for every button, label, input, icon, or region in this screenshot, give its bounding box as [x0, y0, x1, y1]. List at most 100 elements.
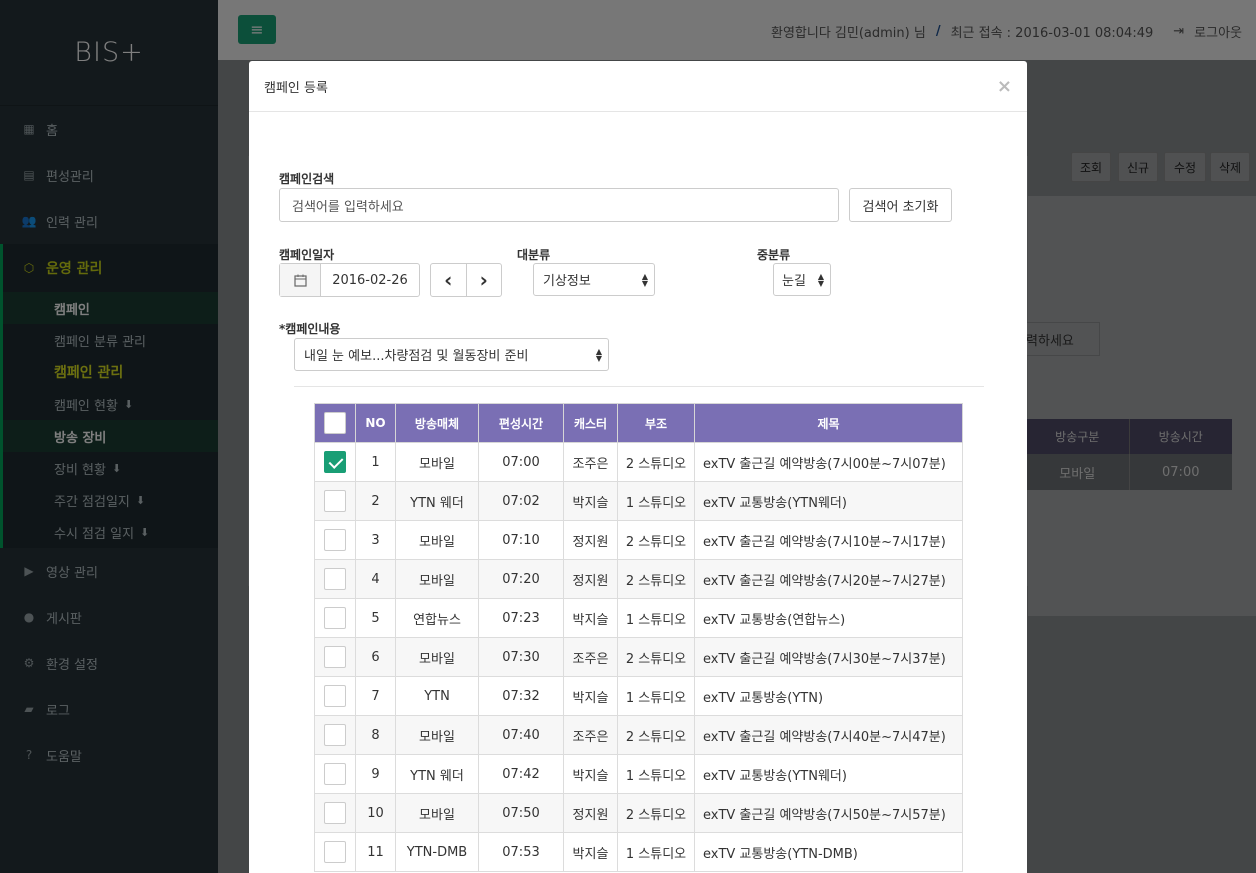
cell-caster: 박지슬	[563, 598, 618, 638]
cell-no: 7	[355, 676, 396, 716]
cell-media: 모바일	[395, 715, 479, 755]
cell-time: 07:40	[478, 715, 564, 755]
cell-media: YTN-DMB	[395, 832, 479, 872]
cell-media: 모바일	[395, 442, 479, 482]
modal-header: 캠페인 등록 ×	[249, 61, 1027, 112]
campaign-date-label: 캠페인일자	[279, 248, 335, 262]
row-checkbox[interactable]	[324, 724, 346, 746]
table-row[interactable]: 4 모바일 07:20 정지원 2 스튜디오 exTV 출근길 예약방송(7시2…	[314, 559, 963, 599]
cell-caster: 박지슬	[563, 676, 618, 716]
cell-time: 07:10	[478, 520, 564, 560]
cell-no: 6	[355, 637, 396, 677]
row-check-cell	[314, 481, 356, 521]
campaign-register-modal: 캠페인 등록 × 캠페인검색 검색어를 입력하세요 검색어 초기화 캠페인일자 …	[249, 61, 1027, 873]
cell-no: 9	[355, 754, 396, 794]
cell-time: 07:42	[478, 754, 564, 794]
cell-time: 07:32	[478, 676, 564, 716]
row-check-cell	[314, 637, 356, 677]
row-checkbox[interactable]	[324, 685, 346, 707]
cell-caster: 정지원	[563, 520, 618, 560]
reset-search-button[interactable]: 검색어 초기화	[849, 188, 952, 222]
campaign-content-select[interactable]: 내일 눈 예보...차량점검 및 월동장비 준비 ▲ ▼	[294, 338, 609, 371]
campaign-content-label: *캠페인내용	[279, 322, 341, 336]
cell-media: YTN 웨더	[395, 481, 479, 521]
select-all-cell	[314, 403, 356, 443]
cell-caster: 조주은	[563, 715, 618, 755]
minor-category-select[interactable]: 눈길 ▲ ▼	[773, 263, 831, 296]
select-all-checkbox[interactable]	[324, 412, 346, 434]
cell-no: 11	[355, 832, 396, 872]
minor-category-label: 중분류	[757, 248, 791, 262]
close-icon[interactable]: ×	[997, 76, 1012, 97]
row-check-cell	[314, 442, 356, 482]
row-check-cell	[314, 793, 356, 833]
row-checkbox[interactable]	[324, 529, 346, 551]
cell-media: 모바일	[395, 559, 479, 599]
row-checkbox[interactable]	[324, 646, 346, 668]
cell-media: 모바일	[395, 637, 479, 677]
cell-time: 07:30	[478, 637, 564, 677]
table-row[interactable]: 6 모바일 07:30 조주은 2 스튜디오 exTV 출근길 예약방송(7시3…	[314, 637, 963, 677]
table-row[interactable]: 8 모바일 07:40 조주은 2 스튜디오 exTV 출근길 예약방송(7시4…	[314, 715, 963, 755]
col-no: NO	[355, 403, 396, 443]
cell-title: exTV 교통방송(YTN웨더)	[694, 481, 963, 521]
row-check-cell	[314, 520, 356, 560]
cell-caster: 정지원	[563, 793, 618, 833]
col-title: 제목	[694, 403, 963, 443]
table-row[interactable]: 11 YTN-DMB 07:53 박지슬 1 스튜디오 exTV 교통방송(YT…	[314, 832, 963, 872]
col-caster: 캐스터	[563, 403, 618, 443]
date-value[interactable]: 2016-02-26	[321, 264, 419, 296]
table-row[interactable]: 5 연합뉴스 07:23 박지슬 1 스튜디오 exTV 교통방송(연합뉴스)	[314, 598, 963, 638]
cell-caster: 조주은	[563, 442, 618, 482]
cell-caster: 박지슬	[563, 481, 618, 521]
cell-title: exTV 교통방송(YTN)	[694, 676, 963, 716]
cell-time: 07:00	[478, 442, 564, 482]
row-checkbox[interactable]	[324, 841, 346, 863]
major-category-select[interactable]: 기상정보 ▲ ▼	[533, 263, 655, 296]
table-row[interactable]: 10 모바일 07:50 정지원 2 스튜디오 exTV 출근길 예약방송(7시…	[314, 793, 963, 833]
cell-no: 10	[355, 793, 396, 833]
table-row[interactable]: 7 YTN 07:32 박지슬 1 스튜디오 exTV 교통방송(YTN)	[314, 676, 963, 716]
cell-media: 연합뉴스	[395, 598, 479, 638]
cell-title: exTV 출근길 예약방송(7시10분~7시17분)	[694, 520, 963, 560]
table-row[interactable]: 1 모바일 07:00 조주은 2 스튜디오 exTV 출근길 예약방송(7시0…	[314, 442, 963, 482]
table-row[interactable]: 9 YTN 웨더 07:42 박지슬 1 스튜디오 exTV 교통방송(YTN웨…	[314, 754, 963, 794]
cell-studio: 2 스튜디오	[617, 559, 695, 599]
cell-title: exTV 출근길 예약방송(7시00분~7시07분)	[694, 442, 963, 482]
row-check-cell	[314, 598, 356, 638]
broadcast-table: NO 방송매체 편성시간 캐스터 부조 제목 1 모바일 07:00 조주은 2…	[314, 403, 963, 872]
major-category-value: 기상정보	[543, 274, 591, 289]
chevron-left-icon[interactable]: ‹	[431, 264, 467, 296]
date-nav: ‹ ›	[430, 263, 502, 297]
calendar-icon[interactable]	[280, 264, 321, 296]
row-checkbox[interactable]	[324, 763, 346, 785]
table-row[interactable]: 2 YTN 웨더 07:02 박지슬 1 스튜디오 exTV 교통방송(YTN웨…	[314, 481, 963, 521]
cell-studio: 1 스튜디오	[617, 832, 695, 872]
row-checkbox[interactable]	[324, 568, 346, 590]
select-arrows-icon: ▲ ▼	[817, 271, 824, 288]
campaign-search-input[interactable]: 검색어를 입력하세요	[279, 188, 839, 222]
chevron-right-icon[interactable]: ›	[467, 264, 502, 296]
table-header-row: NO 방송매체 편성시간 캐스터 부조 제목	[314, 403, 963, 443]
row-checkbox[interactable]	[324, 451, 346, 473]
major-category-label: 대분류	[517, 248, 551, 262]
minor-category-value: 눈길	[782, 274, 806, 289]
row-checkbox[interactable]	[324, 607, 346, 629]
modal-title: 캠페인 등록	[264, 80, 328, 96]
cell-studio: 1 스튜디오	[617, 481, 695, 521]
row-check-cell	[314, 832, 356, 872]
cell-title: exTV 출근길 예약방송(7시50분~7시57분)	[694, 793, 963, 833]
cell-time: 07:23	[478, 598, 564, 638]
table-row[interactable]: 3 모바일 07:10 정지원 2 스튜디오 exTV 출근길 예약방송(7시1…	[314, 520, 963, 560]
cell-caster: 박지슬	[563, 832, 618, 872]
cell-studio: 2 스튜디오	[617, 520, 695, 560]
row-checkbox[interactable]	[324, 802, 346, 824]
campaign-date-field[interactable]: 2016-02-26	[279, 263, 420, 297]
cell-time: 07:20	[478, 559, 564, 599]
cell-no: 1	[355, 442, 396, 482]
select-arrows-icon: ▲ ▼	[595, 346, 602, 363]
cell-title: exTV 출근길 예약방송(7시40분~7시47분)	[694, 715, 963, 755]
cell-studio: 2 스튜디오	[617, 637, 695, 677]
row-checkbox[interactable]	[324, 490, 346, 512]
cell-caster: 정지원	[563, 559, 618, 599]
